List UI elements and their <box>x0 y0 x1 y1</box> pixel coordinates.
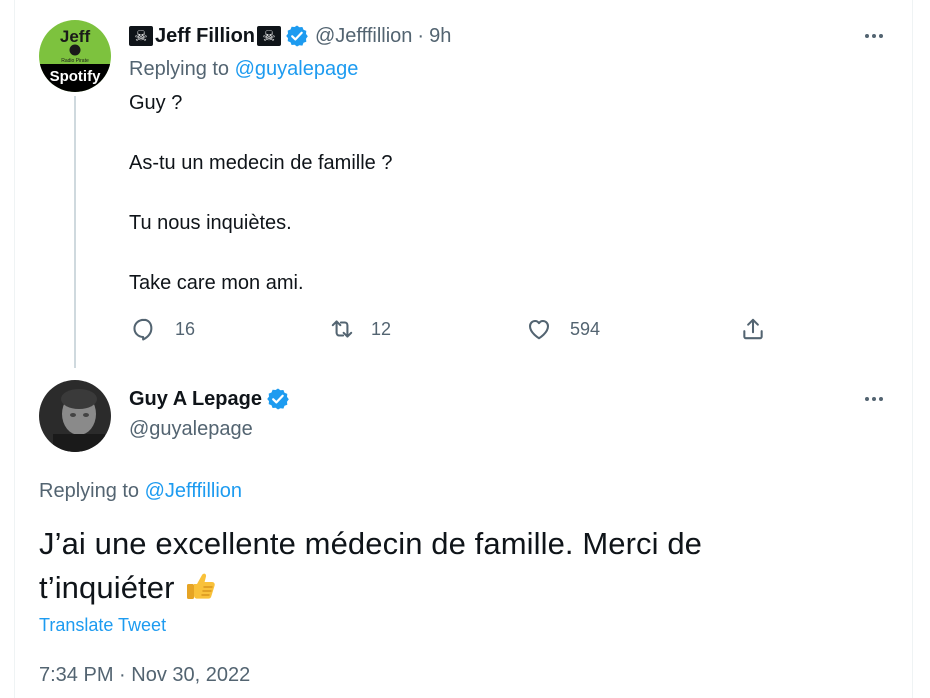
tweet2-header: Guy A Lepage <box>129 387 290 411</box>
replying-to-line: Replying to @guyalepage <box>129 58 358 81</box>
retweet-icon <box>331 320 353 338</box>
pirate-flag-icon: ☠ <box>129 26 153 46</box>
like-button[interactable]: 594 <box>526 316 600 342</box>
thumbs-up-icon <box>183 568 219 604</box>
like-count: 594 <box>570 318 601 339</box>
pirate-flag-icon: ☠ <box>257 26 281 46</box>
tweet-text-line: Tu nous inquiètes. <box>129 212 292 234</box>
tweet-timestamp[interactable]: 7:34 PM · Nov 30, 2022 <box>39 664 250 687</box>
avatar-text-radio: Radio Pirate <box>61 58 89 64</box>
card-border <box>912 0 913 698</box>
reply-count: 16 <box>175 318 196 339</box>
card-border <box>14 0 15 698</box>
avatar-text-spotify: Spotify <box>50 68 101 85</box>
separator-dot: · <box>417 24 425 47</box>
translate-tweet-link[interactable]: Translate Tweet <box>39 615 166 636</box>
heart-icon <box>528 319 550 340</box>
reply-icon <box>133 318 153 341</box>
verified-badge-icon <box>266 387 290 411</box>
replying-to-label: Replying to <box>39 480 145 502</box>
tweet-time[interactable]: 9h <box>429 25 451 48</box>
tweet-text-line: As-tu un medecin de famille ? <box>129 152 393 174</box>
author-handle[interactable]: @guyalepage <box>129 418 253 441</box>
tweet-text-line: J’ai une excellente médecin de famille. … <box>39 526 703 561</box>
replying-to-mention[interactable]: @guyalepage <box>235 58 359 80</box>
retweet-button[interactable]: 12 <box>329 316 391 342</box>
avatar-image <box>39 380 111 452</box>
replying-to-label: Replying to <box>129 58 235 80</box>
tweet-text-line: Take care mon ami. <box>129 272 304 294</box>
thread-connector-line <box>74 96 76 368</box>
avatar-image: Jeff Radio Pirate Spotify <box>39 20 111 92</box>
tweet-text: t’inquiéter <box>39 570 175 605</box>
tweet-text-line: Guy ? <box>129 92 183 114</box>
share-icon <box>743 318 763 340</box>
more-options-button[interactable] <box>860 26 888 46</box>
author-name[interactable]: Guy A Lepage <box>129 388 262 411</box>
share-button[interactable] <box>740 316 766 342</box>
tweet1-header: ☠ Jeff Fillion ☠ @Jefffillion · 9h <box>129 24 451 48</box>
reply-button[interactable]: 16 <box>131 316 195 342</box>
retweet-count: 12 <box>371 318 392 339</box>
spotify-logo-icon <box>69 44 81 56</box>
avatar-jeff-fillion[interactable]: Jeff Radio Pirate Spotify <box>39 20 111 92</box>
replying-to-line: Replying to @Jefffillion <box>39 480 242 503</box>
more-options-button[interactable] <box>860 389 888 409</box>
avatar-text-jeff: Jeff <box>60 27 91 46</box>
tweet-text-line-with-emoji: t’inquiéter <box>39 568 219 606</box>
avatar-guy-a-lepage[interactable] <box>39 380 111 452</box>
author-name[interactable]: Jeff Fillion <box>155 25 255 48</box>
replying-to-mention[interactable]: @Jefffillion <box>145 480 242 502</box>
author-handle[interactable]: @Jefffillion <box>315 25 412 48</box>
verified-badge-icon <box>285 24 309 48</box>
